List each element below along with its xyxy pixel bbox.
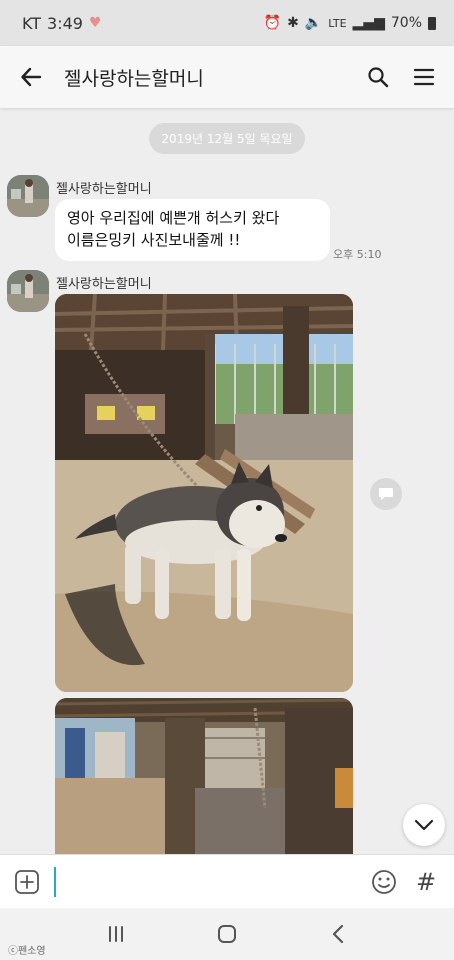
message-composer: # <box>0 854 454 908</box>
network-label: LTE <box>328 16 347 30</box>
chat-title: 젤사랑하는할머니 <box>64 67 204 90</box>
hashtag-search-button[interactable]: # <box>412 868 440 896</box>
recent-apps-button[interactable] <box>96 914 136 954</box>
arrow-left-icon <box>21 67 42 87</box>
battery-icon <box>428 16 436 30</box>
search-button[interactable] <box>362 61 394 93</box>
clock: 3:49 <box>47 13 83 33</box>
sender-name: 젤사랑하는할머니 <box>56 182 152 197</box>
avatar[interactable] <box>7 270 49 312</box>
emoji-button[interactable] <box>370 868 398 896</box>
bluetooth-icon: ✱ <box>287 15 299 31</box>
home-button[interactable] <box>207 914 247 954</box>
message-line: 영아 우리집에 예쁜개 허스키 왔다 <box>67 209 280 227</box>
photo-credit-watermark: ⓒ펜소영 <box>8 946 46 957</box>
status-bar: KT 3:49 ♥ ⏰ ✱ 🔈 LTE ▂▄▆ 70% <box>0 0 454 46</box>
signal-icon: ▂▄▆ <box>352 15 385 31</box>
alarm-icon: ⏰ <box>263 15 282 31</box>
heart-icon: ♥ <box>88 15 102 31</box>
chat-header: 젤사랑하는할머니 <box>0 46 454 108</box>
carrier-label: KT <box>22 13 42 33</box>
volume-icon: 🔈 <box>304 15 323 31</box>
chevron-left-icon <box>333 924 344 944</box>
message-input[interactable] <box>54 866 334 897</box>
status-icons: ⏰ ✱ 🔈 LTE ▂▄▆ 70% <box>264 15 436 31</box>
smiley-icon <box>372 869 396 894</box>
carrier-and-time: KT 3:49 ♥ <box>22 14 102 33</box>
share-button[interactable] <box>370 478 402 510</box>
menu-button[interactable] <box>408 61 440 93</box>
photo-message[interactable] <box>55 294 353 692</box>
search-icon <box>368 67 389 88</box>
message-line: 이름은밍키 사진보내줄께 !! <box>67 230 241 249</box>
share-icon <box>379 488 393 500</box>
home-icon <box>217 925 236 943</box>
avatar[interactable] <box>7 175 49 217</box>
husky-dog-photo <box>55 294 353 692</box>
profile-photo-image <box>7 270 49 312</box>
system-back-button[interactable] <box>318 914 358 954</box>
recent-apps-icon <box>108 926 123 942</box>
back-button[interactable] <box>14 60 48 94</box>
hamburger-menu-icon <box>413 68 435 86</box>
system-navigation-bar <box>0 908 454 960</box>
photo-message[interactable] <box>55 698 353 854</box>
battery-label: 70% <box>390 15 422 31</box>
sender-name: 젤사랑하는할머니 <box>56 277 152 292</box>
chat-area[interactable]: 2019년 12월 5일 목요일 젤사랑하는할머니 영아 우리집에 예쁜개 허스… <box>0 108 454 854</box>
rural-yard-photo <box>55 698 353 854</box>
plus-icon <box>15 869 39 894</box>
date-divider: 2019년 12월 5일 목요일 <box>149 123 305 154</box>
chevron-down-icon <box>414 819 434 831</box>
profile-photo-image <box>7 175 49 217</box>
scroll-to-bottom-button[interactable] <box>403 804 445 846</box>
message-bubble[interactable]: 영아 우리집에 예쁜개 허스키 왔다 이름은밍키 사진보내줄께 !! <box>55 199 330 261</box>
attach-button[interactable] <box>14 869 40 895</box>
message-time: 오후 5:10 <box>333 248 382 261</box>
